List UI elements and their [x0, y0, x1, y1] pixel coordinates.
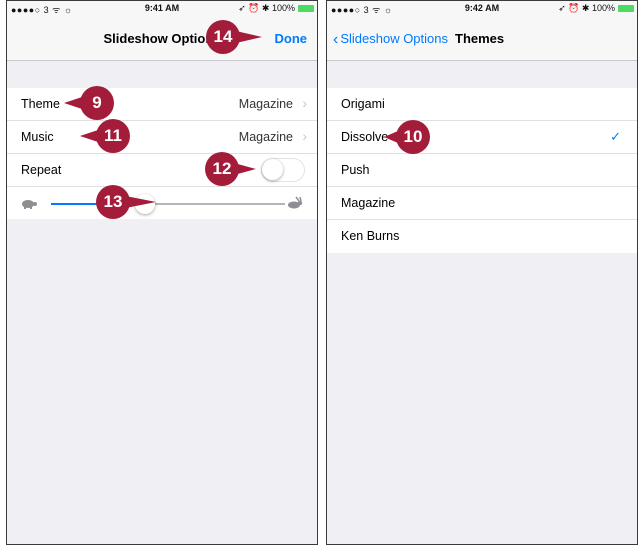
theme-option-ken-burns[interactable]: Ken Burns — [327, 220, 637, 253]
callout-9: 9 — [80, 86, 114, 120]
status-bar: ●●●●○ 3 ᯤ ☼ 9:42 AM ➶ ⏰ ✱ 100% — [327, 1, 637, 17]
battery-icon — [298, 5, 314, 12]
back-button[interactable]: ‹ Slideshow Options — [333, 31, 448, 49]
theme-option-label: Push — [341, 163, 370, 177]
callout-13: 13 — [96, 185, 130, 219]
theme-label: Theme — [21, 97, 60, 111]
speed-row — [7, 187, 317, 219]
slideshow-options-screen: ●●●●○ 3 ᯤ ☼ 9:41 AM ➶ ⏰ ✱ 100% Slideshow… — [6, 0, 318, 545]
battery-icon — [618, 5, 634, 12]
theme-value: Magazine — [238, 97, 293, 111]
theme-option-label: Ken Burns — [341, 229, 400, 243]
theme-option-label: Magazine — [341, 196, 396, 210]
themes-screen: ●●●●○ 3 ᯤ ☼ 9:42 AM ➶ ⏰ ✱ 100% ‹ Slidesho… — [326, 0, 638, 545]
checkmark-icon: ✓ — [610, 129, 621, 144]
options-list: Theme Magazine › Music Magazine › Repeat — [7, 88, 317, 219]
theme-option-push[interactable]: Push — [327, 154, 637, 187]
page-title: Slideshow Options — [103, 31, 221, 46]
callout-11: 11 — [96, 119, 130, 153]
status-bar: ●●●●○ 3 ᯤ ☼ 9:41 AM ➶ ⏰ ✱ 100% — [7, 1, 317, 17]
repeat-label: Repeat — [21, 163, 62, 177]
done-button[interactable]: Done — [275, 31, 308, 46]
chevron-left-icon: ‹ — [333, 31, 339, 48]
callout-arrow — [234, 163, 256, 175]
music-label: Music — [21, 130, 54, 144]
toggle-knob — [262, 159, 283, 180]
page-title: Themes — [455, 31, 505, 46]
hare-icon — [288, 196, 303, 209]
callout-10: 10 — [396, 120, 430, 154]
theme-option-label: Origami — [341, 97, 385, 111]
callout-arrow — [236, 31, 262, 43]
theme-option-dissolve[interactable]: Dissolve ✓ — [327, 121, 637, 154]
repeat-toggle[interactable] — [261, 158, 305, 182]
music-value: Magazine — [238, 130, 293, 144]
status-icons: ➶ ⏰ ✱ 100% — [238, 3, 295, 13]
chevron-right-icon: › — [302, 128, 307, 144]
theme-option-magazine[interactable]: Magazine — [327, 187, 637, 220]
back-label: Slideshow Options — [340, 31, 448, 46]
turtle-icon — [22, 200, 37, 209]
callout-arrow — [126, 196, 156, 208]
themes-list: Origami Dissolve ✓ Push Magazine Ken Bur… — [327, 88, 637, 253]
speed-slider-track — [144, 203, 285, 205]
navigation-bar: ‹ Slideshow Options Themes — [327, 17, 637, 61]
callout-14: 14 — [206, 20, 240, 54]
status-icons: ➶ ⏰ ✱ 100% — [558, 3, 615, 13]
theme-option-origami[interactable]: Origami — [327, 88, 637, 121]
navigation-bar: Slideshow Options Done — [7, 17, 317, 61]
music-row[interactable]: Music Magazine › — [7, 121, 317, 154]
chevron-right-icon: › — [302, 95, 307, 111]
repeat-row: Repeat — [7, 154, 317, 187]
theme-option-label: Dissolve — [341, 130, 389, 144]
theme-row[interactable]: Theme Magazine › — [7, 88, 317, 121]
